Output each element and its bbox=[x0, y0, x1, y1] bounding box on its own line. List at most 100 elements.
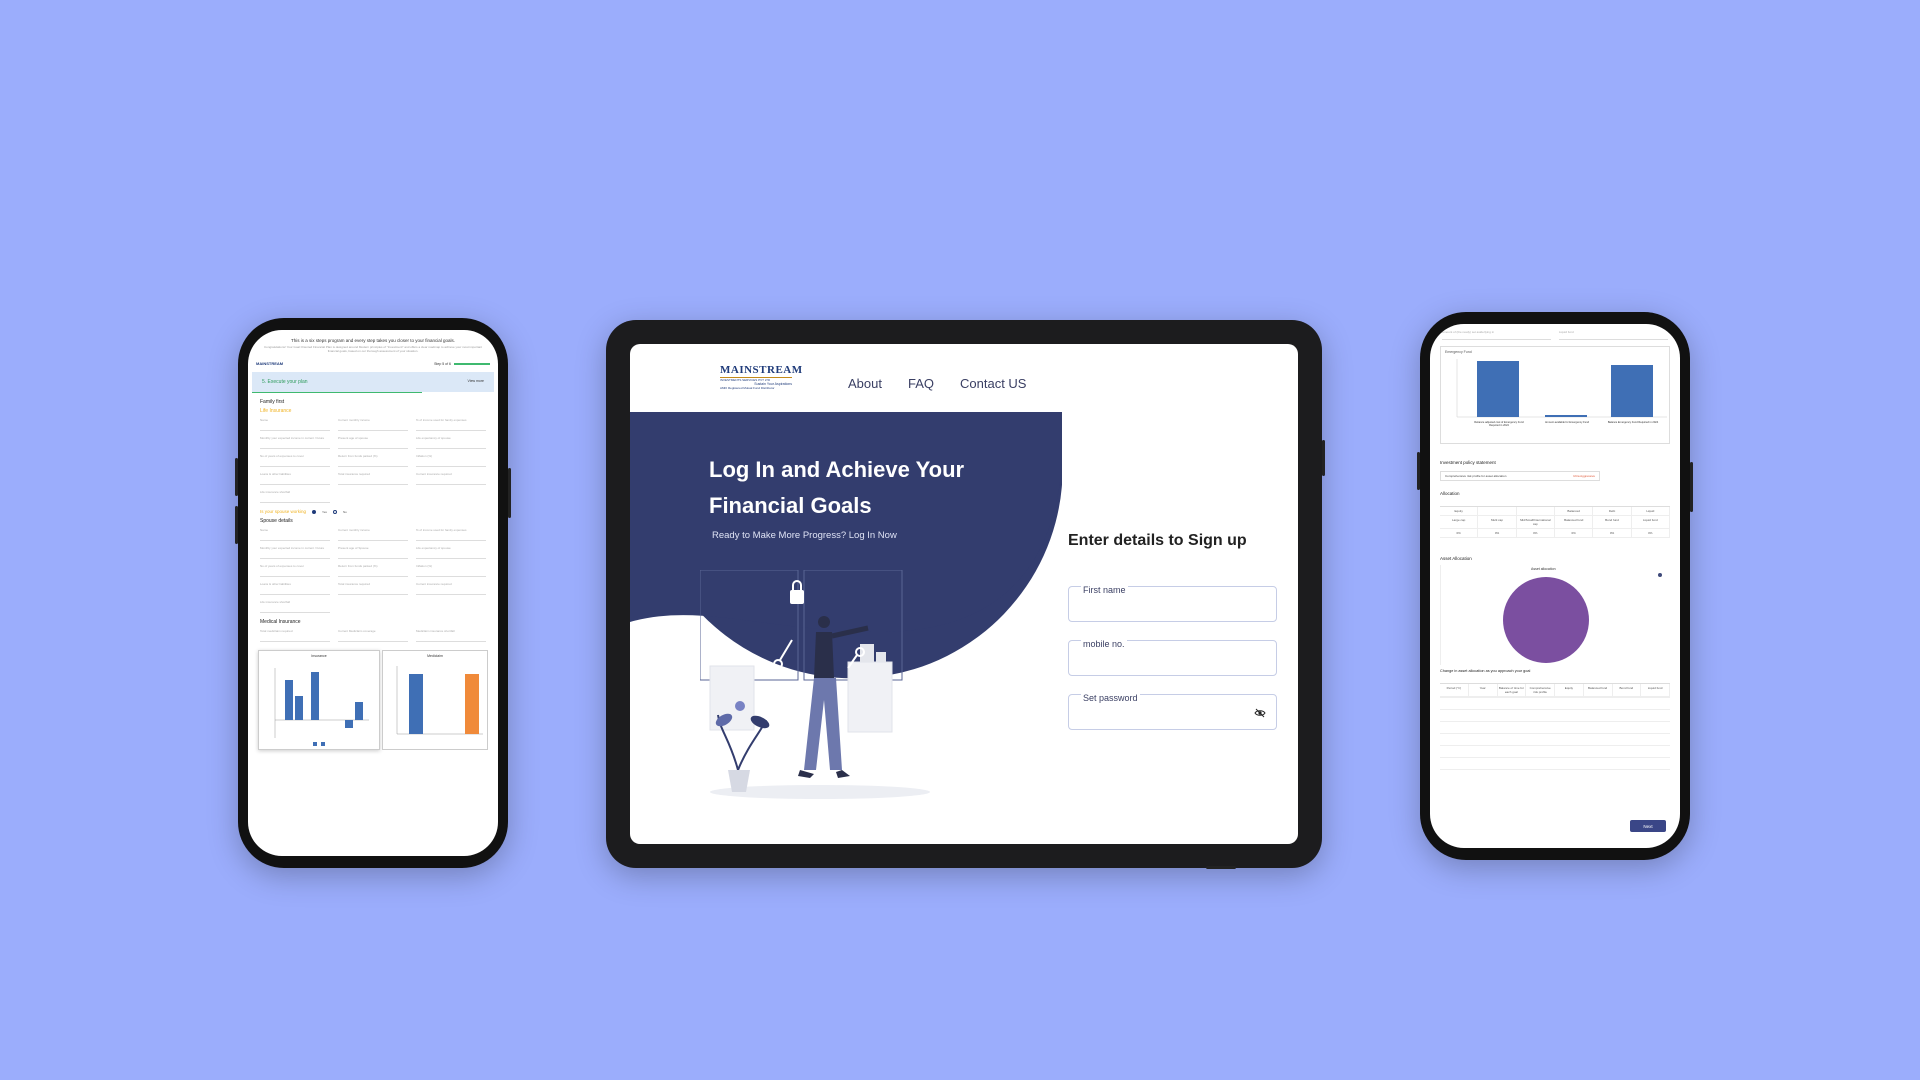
change-table-header: Bond fund bbox=[1612, 684, 1642, 697]
spouse-field[interactable]: Present age of Spouse bbox=[338, 545, 408, 559]
nav-contact[interactable]: Contact US bbox=[960, 376, 1026, 391]
spouse-field[interactable]: Loans & other liabilities bbox=[260, 581, 330, 595]
insurance-bar bbox=[345, 720, 353, 728]
medical-insurance-group: Medical Insurance Total mediclaim requir… bbox=[248, 613, 498, 642]
step-indicator-label: Step 5 of 6 bbox=[434, 361, 451, 366]
mediclaim-chart bbox=[396, 666, 483, 735]
allocation-cell: Debt bbox=[1593, 507, 1632, 516]
spouse-field[interactable]: Current monthly income bbox=[338, 527, 408, 541]
first-name-label: First name bbox=[1081, 585, 1128, 595]
spouse-field[interactable]: Inflation (%) bbox=[416, 563, 486, 577]
section-title: 5. Execute your plan bbox=[262, 379, 308, 385]
step-progress-bar bbox=[454, 362, 490, 365]
section-header[interactable]: 5. Execute your plan View more bbox=[252, 372, 494, 392]
life-insurance-field[interactable]: Present age of spouse bbox=[338, 435, 408, 449]
emergency-fund-chart bbox=[1456, 359, 1667, 418]
insurance-chart bbox=[274, 668, 369, 746]
allocation-table: Equity Balanced Debt Liquid Large cap Multi c… bbox=[1440, 506, 1670, 538]
hero-title: Log In and Achieve Your Financial Goals bbox=[709, 457, 965, 518]
section-action[interactable]: View more bbox=[468, 379, 484, 385]
top-navigation: MAINSTREAM INVESTMENTS SERVICES PVT LTD … bbox=[630, 344, 1298, 412]
login-illustration bbox=[700, 570, 930, 799]
life-insurance-field[interactable]: No of years of expenses to cover bbox=[260, 453, 330, 467]
password-input[interactable] bbox=[1077, 707, 1247, 725]
life-insurance-field[interactable]: Inflation (%) bbox=[416, 453, 486, 467]
mainstream-logo[interactable]: MAINSTREAM INVESTMENTS SERVICES PVT LTD … bbox=[720, 364, 803, 400]
life-insurance-field[interactable]: Life insurance shortfall bbox=[260, 489, 330, 503]
change-table-header: Balanced fund bbox=[1583, 684, 1613, 697]
radio-no[interactable] bbox=[332, 509, 337, 514]
allocation-cell: Liquid fund bbox=[1631, 516, 1670, 529]
medical-field[interactable]: Mediclaim insurance shortfall bbox=[416, 628, 486, 642]
top-field[interactable]: Amount of (the ready) set aside/lying in bbox=[1442, 330, 1551, 340]
allocation-cell: Multi cap bbox=[1478, 516, 1517, 529]
mobile-label: mobile no. bbox=[1081, 639, 1127, 649]
nav-about[interactable]: About bbox=[848, 376, 882, 391]
spouse-field[interactable]: Return from funds parked (%) bbox=[338, 563, 408, 577]
allocation-heading: Allocation bbox=[1440, 491, 1460, 496]
spouse-field[interactable]: Life insurance shortfall bbox=[260, 599, 330, 613]
volume-button bbox=[1417, 452, 1420, 490]
life-insurance-field[interactable]: Loans & other liabilities bbox=[260, 471, 330, 485]
logo-wordmark: MAINSTREAM bbox=[720, 364, 803, 376]
mobile-field[interactable]: mobile no. bbox=[1068, 639, 1277, 676]
mediclaim-bar bbox=[409, 674, 423, 734]
brand-mini-logo: MAINSTREAM bbox=[256, 361, 284, 366]
password-field[interactable]: Set password bbox=[1068, 693, 1277, 730]
allocation-cell: 0% bbox=[1478, 529, 1517, 538]
change-table-header: Year bbox=[1468, 684, 1498, 697]
medical-field[interactable]: Total mediclaim required bbox=[260, 628, 330, 642]
next-button[interactable]: Next bbox=[1630, 820, 1666, 832]
change-table-header: Liquid fund bbox=[1641, 684, 1670, 697]
mediclaim-bar bbox=[465, 674, 479, 734]
hero-subtitle: Ready to Make More Progress? Log In Now bbox=[712, 530, 897, 541]
left-phone-screen: This is a six steps program and every st… bbox=[248, 330, 498, 856]
life-insurance-field[interactable]: Total insurance required bbox=[338, 471, 408, 485]
life-insurance-field[interactable]: Return from funds parked (%) bbox=[338, 453, 408, 467]
change-allocation-table: Period (Yr) Year Balance of time for each … bbox=[1440, 683, 1670, 697]
allocation-cell: 0% bbox=[1631, 529, 1670, 538]
top-fields: Amount of (the ready) set aside/lying in… bbox=[1430, 324, 1680, 340]
insurance-bar bbox=[355, 702, 363, 720]
signup-form-title: Enter details to Sign up bbox=[1068, 532, 1247, 549]
nav-faq[interactable]: FAQ bbox=[908, 376, 934, 391]
life-insurance-field[interactable]: Current insurance required bbox=[416, 471, 486, 485]
life-insurance-field[interactable]: Monthly your expected income in current … bbox=[260, 435, 330, 449]
ips-row: Comprehensive risk profile for asset all… bbox=[1440, 471, 1600, 481]
family-first-heading: Family first bbox=[260, 399, 285, 405]
step-indicator: Step 5 of 6 bbox=[434, 362, 490, 366]
insurance-bar bbox=[311, 672, 319, 720]
pie-slice bbox=[1503, 577, 1589, 663]
insurance-chart-card: Insurance bbox=[258, 650, 380, 750]
life-insurance-field[interactable]: Current monthly income bbox=[338, 417, 408, 431]
change-table-header: Period (Yr) bbox=[1440, 684, 1469, 697]
life-insurance-field[interactable]: Name bbox=[260, 417, 330, 431]
spouse-field[interactable]: Name bbox=[260, 527, 330, 541]
first-name-field[interactable]: First name bbox=[1068, 585, 1277, 622]
life-insurance-field[interactable]: Life expectancy of spouse bbox=[416, 435, 486, 449]
power-button bbox=[1690, 462, 1693, 512]
volume-button bbox=[235, 506, 238, 544]
spouse-field[interactable]: Total insurance required bbox=[338, 581, 408, 595]
top-field[interactable]: Liquid fund bbox=[1559, 330, 1668, 340]
spouse-field[interactable]: % of income used for family expenses bbox=[416, 527, 486, 541]
change-table-header: Comprehensive risk profile bbox=[1526, 684, 1555, 697]
allocation-cell: Bond fund bbox=[1593, 516, 1632, 529]
logo-registration: AMFI Registered Mutual Fund Distributor bbox=[720, 386, 775, 390]
spouse-field[interactable]: Monthly your expected income in current … bbox=[260, 545, 330, 559]
left-phone-mockup: This is a six steps program and every st… bbox=[235, 318, 511, 868]
life-insurance-field[interactable]: % of income used for family expenses bbox=[416, 417, 486, 431]
medical-field[interactable]: Current Mediclaim coverage bbox=[338, 628, 408, 642]
eye-off-icon[interactable] bbox=[1254, 707, 1266, 719]
radio-yes[interactable] bbox=[312, 509, 317, 514]
spouse-details-heading: Spouse details bbox=[260, 518, 293, 524]
first-name-input[interactable] bbox=[1077, 599, 1247, 617]
spouse-field[interactable]: Life expectancy of spouse bbox=[416, 545, 486, 559]
allocation-cell: 0% bbox=[1554, 529, 1594, 538]
spouse-field[interactable]: Current insurance required bbox=[416, 581, 486, 595]
spouse-field[interactable]: No of years of expenses to cover bbox=[260, 563, 330, 577]
emergency-bar bbox=[1611, 365, 1653, 417]
life-insurance-heading: Life Insurance bbox=[260, 408, 292, 414]
mobile-input[interactable] bbox=[1077, 653, 1247, 671]
spouse-working-row: Is your spouse working Yes No bbox=[248, 503, 498, 516]
